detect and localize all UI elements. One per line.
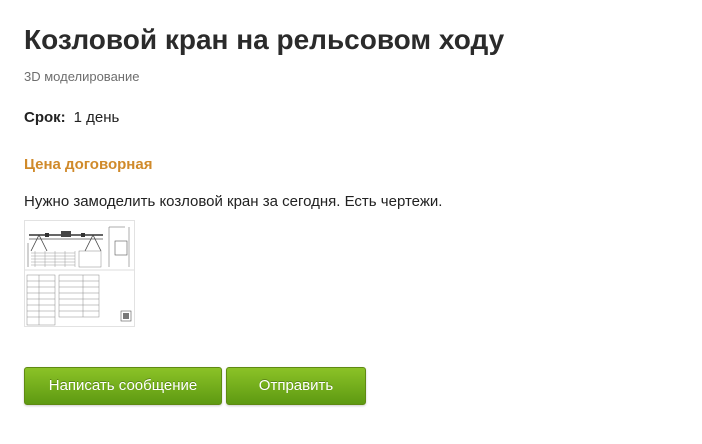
deadline-value: 1 день — [73, 109, 120, 126]
deadline-label: Срок: — [24, 109, 66, 126]
project-description: Нужно замоделить козловой кран за сегодн… — [24, 193, 443, 210]
project-page: Козловой кран на рельсовом ходу 3D модел… — [0, 0, 702, 444]
attachment-thumbnail[interactable] — [24, 220, 135, 327]
deadline-row: Срок: 1 день — [24, 109, 119, 126]
price-label: Цена договорная — [24, 156, 153, 173]
send-button[interactable]: Отправить — [226, 367, 366, 405]
write-message-button[interactable]: Написать сообщение — [24, 367, 222, 405]
project-category[interactable]: 3D моделирование — [24, 69, 139, 84]
project-title: Козловой кран на рельсовом ходу — [24, 24, 505, 55]
drawing-thumbnail-icon — [25, 221, 134, 326]
